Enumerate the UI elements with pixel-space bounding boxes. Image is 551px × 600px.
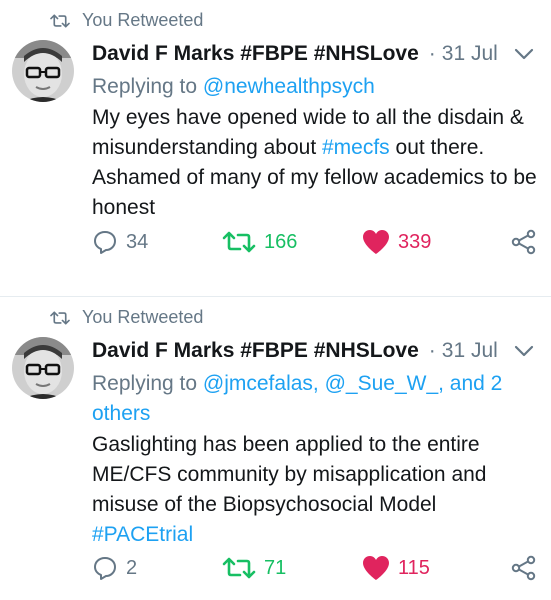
avatar-photo — [12, 40, 74, 102]
retweet-icon — [222, 557, 256, 579]
share-button[interactable] — [511, 555, 537, 581]
retweet-context-label: You Retweeted — [82, 10, 204, 30]
retweet-context: You Retweeted — [50, 307, 203, 328]
action-bar: 34 166 339 — [92, 227, 537, 257]
like-button[interactable]: 115 — [362, 555, 492, 581]
tweet-text: My eyes have opened wide to all the disd… — [92, 103, 537, 223]
like-count: 115 — [398, 556, 430, 579]
reply-button[interactable]: 2 — [92, 555, 222, 581]
replying-to-handles[interactable]: @newhealthpsych — [203, 75, 375, 98]
separator-dot: · — [428, 339, 436, 362]
replying-to: Replying to @jmcefalas, @_Sue_W_, and 2 … — [92, 369, 537, 429]
reply-icon — [94, 231, 116, 254]
avatar[interactable] — [12, 337, 74, 399]
retweet-context-icon — [50, 310, 70, 325]
reply-button[interactable]: 34 — [92, 229, 222, 255]
retweet-button[interactable]: 166 — [222, 230, 362, 254]
replying-to: Replying to @newhealthpsych — [92, 72, 537, 102]
heart-icon — [363, 230, 389, 254]
reply-count: 34 — [126, 230, 149, 253]
retweet-button[interactable]: 71 — [222, 556, 362, 580]
share-button[interactable] — [511, 229, 537, 255]
avatar[interactable] — [12, 40, 74, 102]
avatar-photo — [12, 337, 74, 399]
heart-icon — [363, 556, 389, 580]
retweet-context: You Retweeted — [50, 10, 203, 31]
chevron-down-icon[interactable] — [511, 41, 537, 67]
retweet-context-label: You Retweeted — [82, 307, 204, 327]
tweet-date[interactable]: 31 Jul — [442, 339, 498, 363]
retweet-count: 166 — [264, 230, 298, 253]
tweet-card[interactable]: You Retweeted David F Marks #FBPE #NHSLo… — [0, 296, 551, 592]
action-bar: 2 71 115 — [92, 553, 537, 583]
replying-to-label: Replying to — [92, 75, 198, 98]
hashtag-link[interactable]: #mecfs — [322, 136, 390, 159]
tweet-text: Gaslighting has been applied to the enti… — [92, 430, 537, 550]
retweet-icon — [222, 231, 256, 253]
replying-to-label: Replying to — [92, 372, 198, 395]
separator-dot: · — [428, 42, 436, 65]
retweet-count: 71 — [264, 556, 287, 579]
reply-count: 2 — [126, 556, 138, 579]
retweet-context-icon — [50, 13, 70, 28]
tweet-card[interactable]: You Retweeted David F Marks #FBPE #NHSLo… — [0, 0, 551, 296]
author-name[interactable]: David F Marks #FBPE #NHSLove — [92, 42, 419, 66]
tweet-date[interactable]: 31 Jul — [442, 42, 498, 66]
share-icon — [511, 229, 536, 255]
author-name[interactable]: David F Marks #FBPE #NHSLove — [92, 339, 419, 363]
like-count: 339 — [398, 230, 432, 253]
chevron-down-icon[interactable] — [511, 338, 537, 364]
hashtag-link[interactable]: #PACEtrial — [92, 523, 193, 546]
share-icon — [511, 555, 536, 581]
like-button[interactable]: 339 — [362, 229, 492, 255]
tweet-text-main: Gaslighting has been applied to the enti… — [92, 433, 487, 516]
reply-icon — [94, 557, 116, 580]
